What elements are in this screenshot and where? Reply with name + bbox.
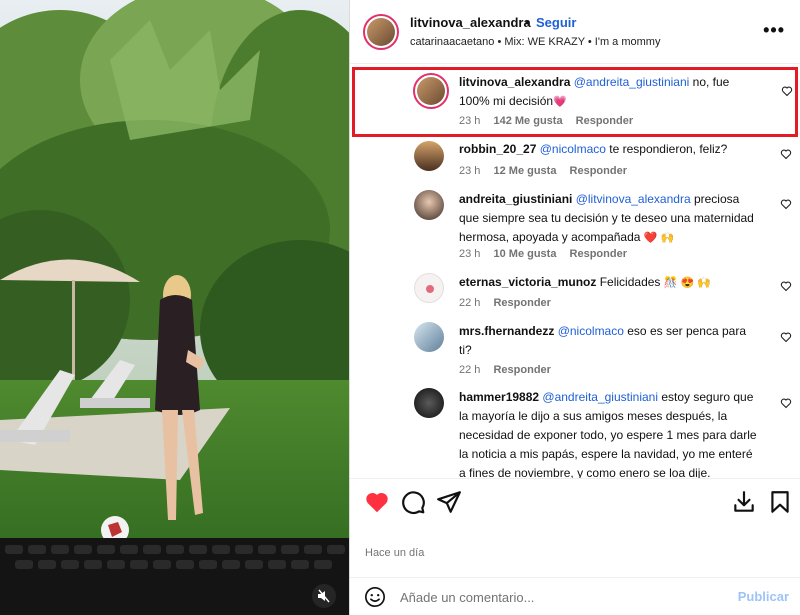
comment-meta: 23 h 12 Me gusta Responder (459, 165, 637, 177)
reply-button[interactable]: Responder (570, 165, 627, 177)
comment-body: hammer19882 @andreita_giustiniani estoy … (459, 388, 759, 478)
comment-item: litvinova_alexandra @andreita_giustinian… (352, 67, 798, 137)
bookmark-icon[interactable] (767, 489, 793, 515)
comment-text: Felicidades (596, 275, 661, 289)
comment-username[interactable]: robbin_20_27 (459, 142, 536, 156)
comment-username[interactable]: litvinova_alexandra (459, 75, 570, 89)
like-comment-heart-icon[interactable] (780, 331, 792, 343)
more-options-button[interactable]: ••• (763, 20, 785, 41)
comment-avatar[interactable] (414, 322, 444, 352)
comment-mention[interactable]: @nicolmaco (540, 142, 606, 156)
paper-plane-icon[interactable] (436, 489, 462, 515)
comment-meta: 22 h Responder (459, 297, 561, 309)
comment-meta: 22 h Responder (459, 364, 561, 376)
post-timestamp[interactable]: Hace un día (365, 547, 424, 559)
comment-avatar[interactable] (414, 388, 444, 418)
comment-input[interactable] (400, 587, 700, 607)
comment-time[interactable]: 23 h (459, 165, 480, 177)
comment-likes[interactable]: 142 Me gusta (493, 115, 562, 127)
reply-button[interactable]: Responder (570, 248, 627, 260)
comment-time[interactable]: 22 h (459, 364, 480, 376)
comment-text: te respondieron, feliz? (605, 142, 728, 156)
like-comment-heart-icon[interactable] (780, 280, 792, 292)
comments-list[interactable]: litvinova_alexandra @andreita_giustinian… (350, 65, 800, 478)
post-header: litvinova_alexandra • Seguir catarinaaca… (350, 0, 800, 64)
comment-username[interactable]: mrs.fhernandezz (459, 324, 554, 338)
comment-body: robbin_20_27 @nicolmaco te respondieron,… (459, 140, 759, 159)
comment-username[interactable]: hammer19882 (459, 390, 539, 404)
comment-emoji: ❤️ 🙌 (643, 232, 675, 244)
author-username[interactable]: litvinova_alexandra (410, 15, 531, 30)
comment-item: hammer19882 @andreita_giustiniani estoy … (350, 386, 800, 478)
comment-mention[interactable]: @nicolmaco (558, 324, 624, 338)
comment-meta: 23 h 10 Me gusta Responder (459, 248, 637, 260)
comment-avatar[interactable] (413, 73, 449, 109)
comment-body: mrs.fhernandezz @nicolmaco eso es ser pe… (459, 322, 759, 360)
comment-username[interactable]: eternas_victoria_munoz (459, 275, 596, 289)
post-actions-bar (350, 478, 800, 522)
publish-button[interactable]: Publicar (738, 589, 789, 604)
comment-emoji: 🎊 😍 🙌 (663, 277, 711, 289)
reply-button[interactable]: Responder (493, 297, 550, 309)
comment-emoji: 💗 (553, 96, 567, 108)
post-subtitle[interactable]: catarinaacaetano • Mix: WE KRAZY • I'm a… (410, 36, 660, 48)
separator-dot: • (525, 15, 530, 30)
comment-mention[interactable]: @andreita_giustiniani (542, 390, 658, 404)
like-comment-heart-icon[interactable] (780, 148, 792, 160)
comment-item: eternas_victoria_munoz Felicidades 🎊 😍 🙌… (350, 271, 800, 315)
mute-button[interactable] (312, 584, 336, 608)
download-icon[interactable] (731, 489, 757, 515)
emoji-smiley-icon[interactable] (364, 586, 386, 608)
video-frame-illustration (0, 0, 349, 615)
comment-item: robbin_20_27 @nicolmaco te respondieron,… (350, 139, 800, 179)
comment-body: eternas_victoria_munoz Felicidades 🎊 😍 🙌 (459, 273, 759, 293)
comment-item: mrs.fhernandezz @nicolmaco eso es ser pe… (350, 320, 800, 382)
like-comment-heart-icon[interactable] (781, 85, 793, 97)
comment-time[interactable]: 23 h (459, 115, 480, 127)
comment-likes[interactable]: 10 Me gusta (493, 248, 556, 260)
comment-time[interactable]: 23 h (459, 248, 480, 260)
comment-mention[interactable]: @litvinova_alexandra (576, 192, 691, 206)
comment-avatar[interactable] (414, 141, 444, 171)
comment-composer: Publicar (350, 577, 800, 615)
comment-avatar[interactable] (414, 273, 444, 303)
heart-filled-icon[interactable] (364, 489, 390, 515)
reply-button[interactable]: Responder (493, 364, 550, 376)
reply-button[interactable]: Responder (576, 115, 633, 127)
comment-bubble-icon[interactable] (400, 489, 426, 515)
comment-likes[interactable]: 12 Me gusta (493, 165, 556, 177)
comment-body: litvinova_alexandra @andreita_giustinian… (459, 73, 759, 112)
comment-time[interactable]: 22 h (459, 297, 480, 309)
comment-item: andreita_giustiniani @litvinova_alexandr… (350, 189, 800, 261)
like-comment-heart-icon[interactable] (780, 198, 792, 210)
comment-body: andreita_giustiniani @litvinova_alexandr… (459, 190, 759, 248)
comment-mention[interactable]: @andreita_giustiniani (574, 75, 690, 89)
author-avatar[interactable] (363, 14, 399, 50)
speaker-muted-icon (318, 589, 330, 603)
comment-avatar[interactable] (414, 190, 444, 220)
comment-meta: 23 h 142 Me gusta Responder (459, 115, 643, 127)
post-sidebar: litvinova_alexandra • Seguir catarinaaca… (349, 0, 800, 615)
follow-button[interactable]: Seguir (536, 15, 576, 30)
comment-username[interactable]: andreita_giustiniani (459, 192, 572, 206)
like-comment-heart-icon[interactable] (780, 397, 792, 409)
post-viewer: litvinova_alexandra • Seguir catarinaaca… (0, 0, 800, 615)
post-video[interactable] (0, 0, 349, 615)
